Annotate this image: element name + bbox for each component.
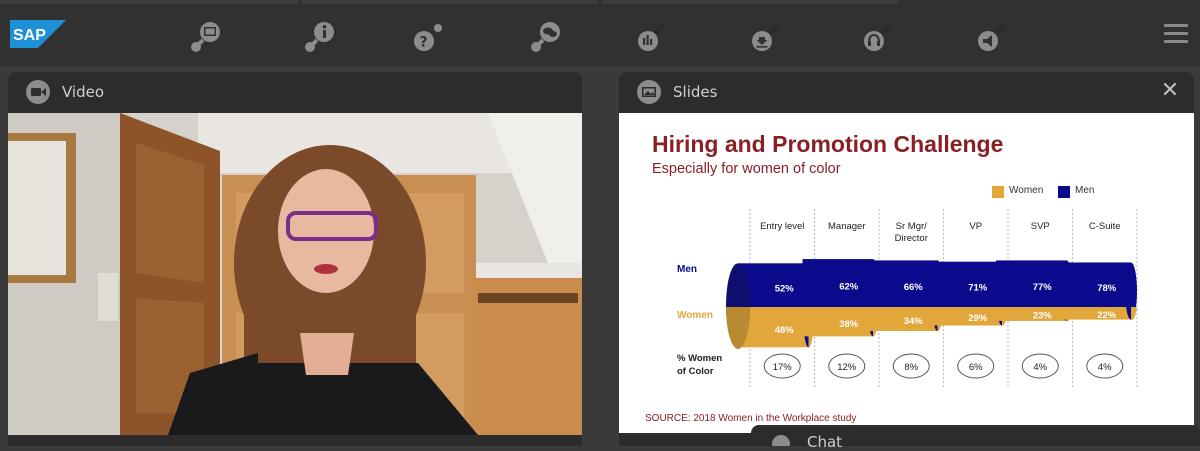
row-label-women: Women	[677, 310, 713, 321]
bar-men	[1060, 262, 1131, 307]
data-label-men: 62%	[839, 281, 859, 292]
svg-text:?: ?	[420, 35, 428, 51]
sap-logo: SAP	[10, 20, 66, 48]
category-label: Director	[895, 233, 928, 244]
tab-indicator	[0, 0, 298, 4]
bar-women	[802, 307, 873, 337]
bar-women	[867, 307, 938, 331]
data-label-men: 77%	[1033, 282, 1053, 293]
close-icon[interactable]: ✕	[1158, 78, 1182, 102]
category-label: Entry level	[760, 221, 804, 232]
data-label-men: 78%	[1097, 283, 1117, 294]
chat-panel-title: Chat	[807, 433, 843, 451]
hiring-chart: Men Women % Women of Color Entry level 52% 48%…	[677, 209, 1138, 388]
data-label-women: 48%	[775, 325, 795, 336]
data-label-men: 52%	[775, 283, 795, 294]
info-icon[interactable]	[302, 20, 338, 54]
woc-label: 6%	[969, 362, 983, 373]
category-label: Manager	[828, 221, 866, 232]
chat-bubbles-icon[interactable]	[528, 20, 564, 54]
woc-label: 12%	[837, 362, 857, 373]
video-stream[interactable]	[8, 113, 582, 435]
tab-indicator	[302, 0, 598, 4]
woc-label: 8%	[904, 362, 918, 373]
poll-chart-icon[interactable]	[636, 20, 672, 54]
chat-icon	[772, 435, 790, 446]
row-label-woc-line2: of Color	[677, 366, 714, 377]
image-icon[interactable]	[188, 20, 224, 54]
picture-icon	[637, 80, 661, 104]
data-label-women: 22%	[1097, 310, 1117, 321]
bar-men	[867, 260, 938, 307]
row-label-woc-line1: % Women	[677, 353, 722, 364]
woc-label: 4%	[1033, 362, 1047, 373]
camera-icon	[26, 80, 50, 104]
row-label-men: Men	[677, 264, 697, 275]
data-label-women: 29%	[968, 313, 988, 324]
bar-women	[996, 307, 1067, 321]
sap-logo-text: SAP	[13, 27, 46, 44]
data-label-women: 34%	[904, 316, 924, 327]
category-label: Sr Mgr/	[896, 221, 928, 232]
woc-label: 17%	[773, 362, 793, 373]
headset-icon[interactable]	[862, 20, 898, 54]
woc-label: 4%	[1098, 362, 1112, 373]
bar-women	[1060, 307, 1131, 320]
category-label: VP	[969, 221, 982, 232]
download-icon[interactable]	[750, 20, 786, 54]
slide-content: Hiring and Promotion Challenge Especiall…	[619, 113, 1194, 433]
data-label-men: 66%	[904, 282, 924, 293]
slides-panel-title: Slides	[673, 83, 718, 101]
data-label-women: 38%	[839, 319, 859, 330]
video-panel-header[interactable]: Video	[8, 72, 582, 112]
bar-men	[802, 259, 873, 307]
hamburger-menu-icon[interactable]	[1164, 24, 1188, 46]
bar-men	[996, 260, 1067, 307]
chat-panel[interactable]: Chat	[751, 425, 1200, 451]
bar-men	[931, 261, 1002, 307]
megaphone-icon[interactable]	[976, 20, 1012, 54]
data-label-men: 71%	[968, 283, 988, 294]
slides-panel-header[interactable]: Slides ✕	[619, 72, 1194, 112]
slide-source: SOURCE: 2018 Women in the Workplace stud…	[645, 413, 857, 424]
question-icon[interactable]: ?	[412, 20, 448, 54]
video-panel-title: Video	[62, 83, 105, 101]
category-label: SVP	[1031, 221, 1050, 232]
data-label-women: 23%	[1033, 311, 1053, 322]
category-label: C-Suite	[1089, 221, 1121, 232]
bar-cap-women	[1131, 307, 1137, 320]
top-toolbar: SAP ?	[0, 0, 1200, 66]
tab-indicator	[602, 0, 898, 4]
bar-women	[931, 307, 1002, 326]
